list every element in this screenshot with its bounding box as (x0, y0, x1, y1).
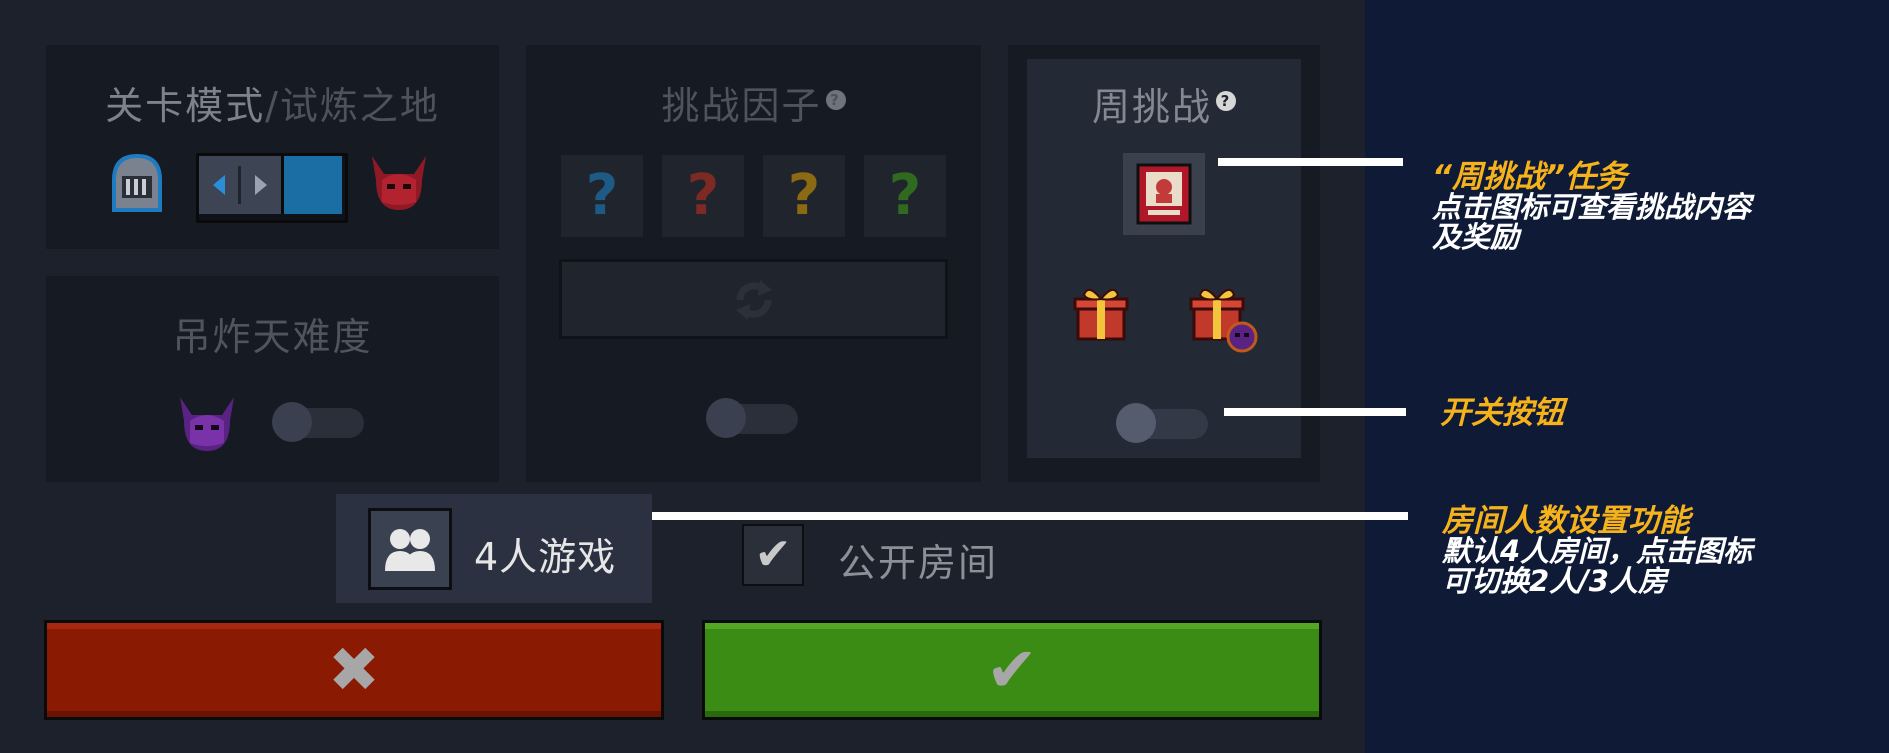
game-screen: 关卡模式/试炼之地 吊炸天难度 挑战因子 ? ? ? ? ? 周挑战 ? 4人游… (0, 0, 1365, 753)
question-mark-icon: ? (686, 163, 720, 228)
annotation-weekly-title: “周挑战”任务 (1432, 159, 1627, 195)
challenge-slot-2[interactable]: ? (662, 155, 744, 237)
level-mode-subtitle: 试炼之地 (279, 84, 440, 128)
players-icon (385, 529, 435, 571)
confirm-button[interactable]: ✔ (702, 620, 1322, 720)
challenge-slot-4[interactable]: ? (864, 155, 946, 237)
refresh-icon (736, 280, 772, 320)
checkmark-icon: ✔ (754, 529, 792, 580)
gift-reward-bonus-icon[interactable] (1188, 281, 1258, 353)
arrow-left-icon (213, 166, 267, 204)
toggle-knob (272, 402, 312, 442)
weekly-challenge-panel: 周挑战? (1008, 45, 1320, 482)
player-count-button[interactable] (368, 508, 452, 590)
close-icon: ✖ (328, 633, 380, 706)
level-mode-panel: 关卡模式/试炼之地 (46, 45, 499, 249)
annotation-weekly-line-2: 及奖励 (1432, 220, 1520, 254)
purple-demon-helmet-icon (180, 397, 234, 451)
weekly-task-card-icon (1136, 163, 1192, 225)
toggle-knob (1116, 403, 1156, 443)
annotation-weekly: “周挑战”任务 点击图标可查看挑战内容 及奖励 (1432, 159, 1752, 254)
annotation-toggle-title: 开关按钮 (1440, 395, 1564, 431)
question-mark-icon: ? (888, 163, 922, 228)
annotation-players-title: 房间人数设置功能 (1442, 503, 1690, 539)
annotation-players-line-1: 默认4人房间，点击图标 (1442, 534, 1753, 568)
difficulty-panel: 吊炸天难度 (46, 276, 499, 482)
weekly-challenge-title: 周挑战? (1027, 76, 1301, 131)
question-mark-icon: ? (585, 163, 619, 228)
challenge-factors-title: 挑战因子? (526, 75, 981, 130)
difficulty-title: 吊炸天难度 (172, 315, 373, 359)
help-icon[interactable]: ? (1216, 91, 1236, 112)
callout-line-players (652, 512, 1408, 520)
callout-line-toggle (1224, 408, 1406, 416)
question-mark-icon: ? (787, 163, 821, 228)
weekly-challenge-toggle[interactable] (1116, 403, 1210, 443)
public-room-label: 公开房间 (838, 541, 999, 585)
toggle-knob (706, 398, 746, 438)
annotation-players: 房间人数设置功能 默认4人房间，点击图标 可切换2人/3人房 (1442, 503, 1753, 598)
weekly-challenge-inner: 周挑战? (1027, 59, 1301, 458)
knight-helmet-icon (112, 153, 162, 212)
help-icon[interactable]: ? (825, 90, 846, 111)
public-room-checkbox[interactable]: ✔ (742, 524, 804, 586)
mode-slider-handle[interactable] (199, 156, 284, 214)
level-mode-separator: / (265, 84, 280, 128)
demon-helmet-icon (372, 156, 426, 210)
level-mode-title: 关卡模式/试炼之地 (46, 75, 499, 130)
callout-line-weekly (1218, 158, 1403, 166)
weekly-task-button[interactable] (1123, 153, 1205, 235)
player-count-label: 4人游戏 (474, 535, 617, 579)
annotation-weekly-line-1: 点击图标可查看挑战内容 (1432, 190, 1752, 224)
gift-reward-icon[interactable] (1072, 281, 1130, 343)
annotation-toggle: 开关按钮 (1440, 395, 1564, 431)
level-mode-label: 关卡模式 (105, 84, 266, 128)
challenge-factors-label: 挑战因子 (661, 84, 822, 128)
challenge-factors-toggle[interactable] (706, 398, 800, 438)
challenge-factors-panel: 挑战因子? ? ? ? ? (526, 45, 981, 482)
weekly-challenge-label: 周挑战 (1091, 85, 1212, 129)
annotation-players-line-2: 可切换2人/3人房 (1442, 564, 1667, 598)
check-icon: ✔ (986, 633, 1038, 706)
challenge-slot-1[interactable]: ? (561, 155, 643, 237)
player-count-container: 4人游戏 (336, 494, 652, 603)
mode-slider[interactable] (196, 153, 348, 223)
difficulty-toggle[interactable] (272, 402, 366, 442)
challenge-slot-3[interactable]: ? (763, 155, 845, 237)
refresh-button[interactable] (559, 259, 948, 339)
cancel-button[interactable]: ✖ (44, 620, 664, 720)
